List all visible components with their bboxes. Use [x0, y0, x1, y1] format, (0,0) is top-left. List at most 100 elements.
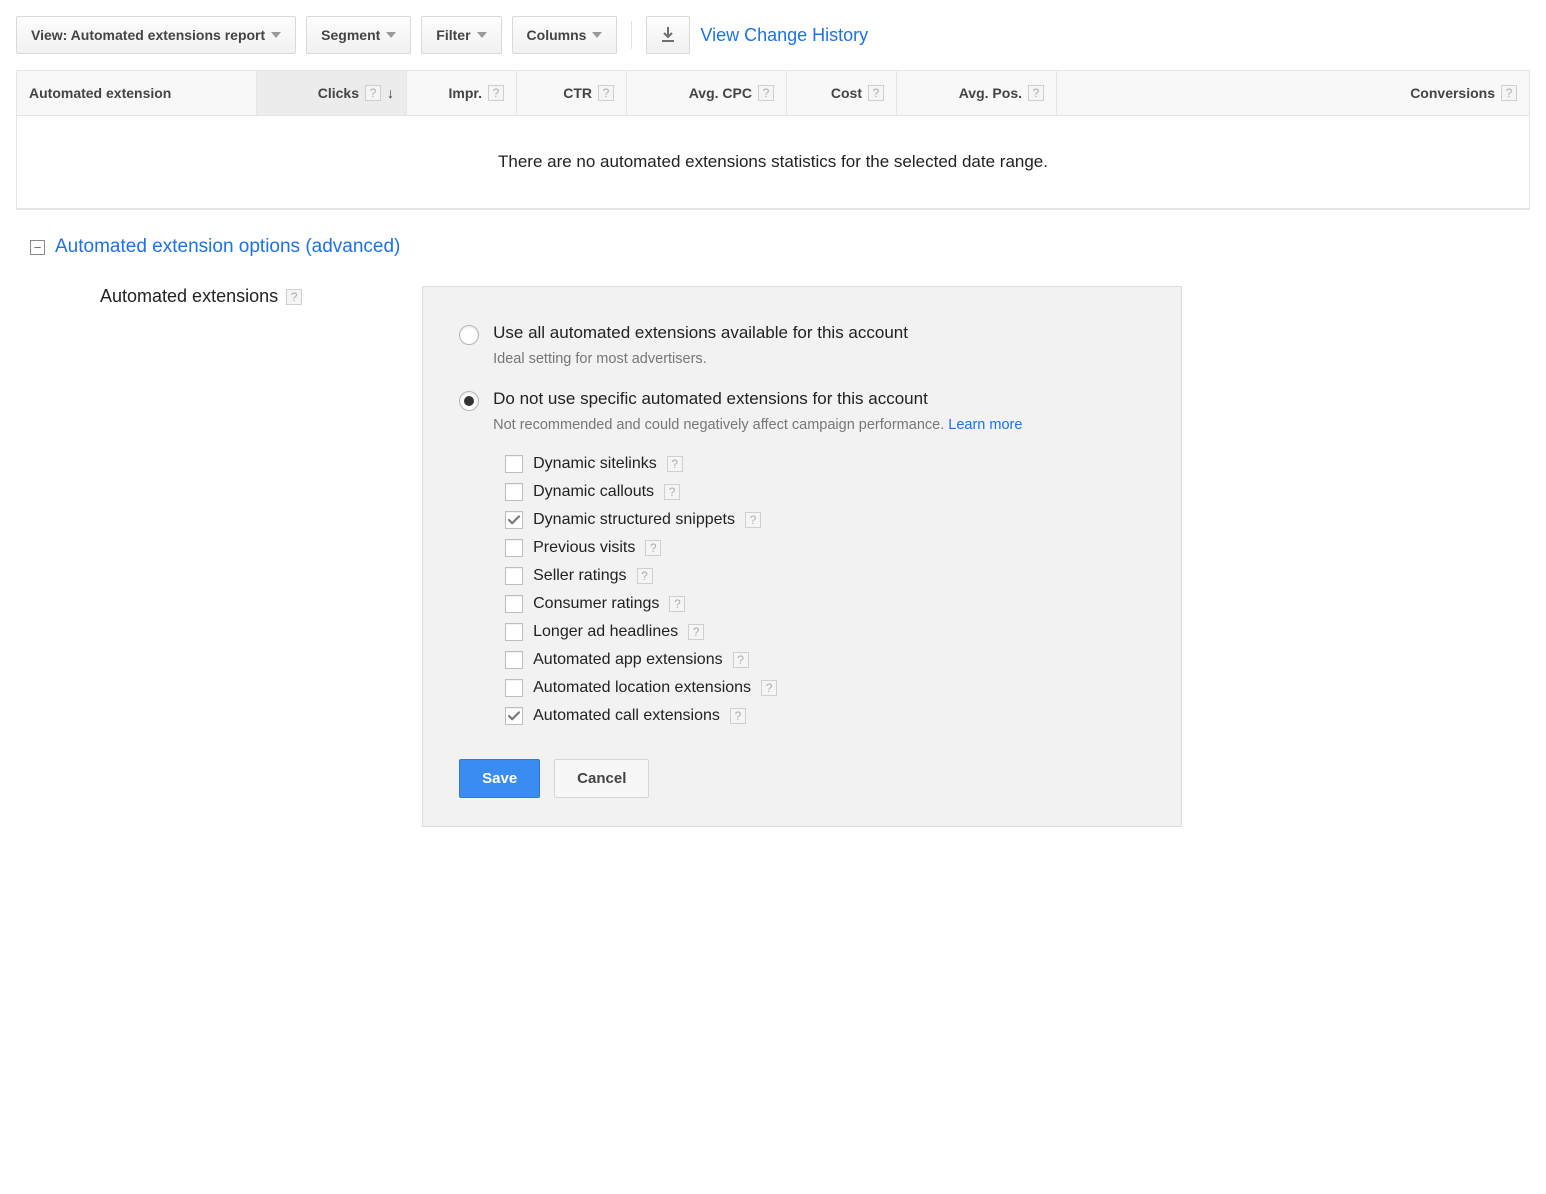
subtext-body: Not recommended and could negatively aff… — [493, 417, 948, 433]
view-change-history-link[interactable]: View Change History — [700, 25, 868, 46]
checkbox-icon[interactable] — [505, 651, 523, 669]
filter-dropdown[interactable]: Filter — [421, 16, 501, 54]
filter-dropdown-label: Filter — [436, 27, 470, 43]
col-header-label: Clicks — [318, 85, 359, 101]
help-icon[interactable]: ? — [637, 568, 653, 584]
cancel-button[interactable]: Cancel — [554, 759, 649, 798]
checkbox-label: Dynamic structured snippets — [533, 511, 735, 529]
help-icon[interactable]: ? — [758, 85, 774, 101]
col-header-impr[interactable]: Impr. ? — [407, 71, 517, 115]
download-icon — [661, 27, 675, 43]
help-icon[interactable]: ? — [730, 708, 746, 724]
help-icon[interactable]: ? — [669, 596, 685, 612]
help-icon[interactable]: ? — [688, 624, 704, 640]
checkbox-row[interactable]: Seller ratings? — [505, 567, 1145, 585]
checkbox-label: Longer ad headlines — [533, 623, 678, 641]
advanced-section: − Automated extension options (advanced)… — [16, 236, 1530, 827]
checkbox-icon[interactable] — [505, 511, 523, 529]
help-icon[interactable]: ? — [1028, 85, 1044, 101]
save-button[interactable]: Save — [459, 759, 540, 798]
checkbox-icon[interactable] — [505, 567, 523, 585]
col-header-ctr[interactable]: CTR ? — [517, 71, 627, 115]
collapse-toggle-icon[interactable]: − — [30, 240, 45, 255]
checkbox-row[interactable]: Automated call extensions? — [505, 707, 1145, 725]
col-header-clicks[interactable]: Clicks ? ↓ — [257, 71, 407, 115]
checkbox-label: Automated location extensions — [533, 679, 751, 697]
help-icon[interactable]: ? — [733, 652, 749, 668]
checkbox-icon[interactable] — [505, 539, 523, 557]
help-icon[interactable]: ? — [1501, 85, 1517, 101]
learn-more-link[interactable]: Learn more — [948, 417, 1022, 433]
checkbox-icon[interactable] — [505, 483, 523, 501]
help-icon[interactable]: ? — [868, 85, 884, 101]
col-header-conversions[interactable]: Conversions ? — [1057, 71, 1529, 115]
help-icon[interactable]: ? — [745, 512, 761, 528]
checkbox-label: Automated call extensions — [533, 707, 720, 725]
checkbox-label: Dynamic callouts — [533, 483, 654, 501]
radio-use-all-subtext: Ideal setting for most advertisers. — [493, 351, 1145, 367]
col-header-label: Avg. Pos. — [959, 85, 1022, 101]
segment-dropdown-label: Segment — [321, 27, 380, 43]
radio-option-use-all[interactable]: Use all automated extensions available f… — [459, 323, 1145, 345]
segment-dropdown[interactable]: Segment — [306, 16, 411, 54]
caret-down-icon — [271, 32, 281, 38]
checkbox-row[interactable]: Dynamic callouts? — [505, 483, 1145, 501]
table-empty-message: There are no automated extensions statis… — [17, 116, 1529, 209]
columns-dropdown-label: Columns — [527, 27, 587, 43]
help-icon[interactable]: ? — [286, 289, 302, 305]
checkbox-icon[interactable] — [505, 707, 523, 725]
help-icon[interactable]: ? — [667, 456, 683, 472]
toolbar-separator — [631, 21, 632, 49]
checkbox-row[interactable]: Previous visits? — [505, 539, 1145, 557]
help-icon[interactable]: ? — [761, 680, 777, 696]
checkbox-row[interactable]: Consumer ratings? — [505, 595, 1145, 613]
extension-checkbox-list: Dynamic sitelinks?Dynamic callouts?Dynam… — [505, 455, 1145, 725]
checkbox-label: Consumer ratings — [533, 595, 659, 613]
help-icon[interactable]: ? — [664, 484, 680, 500]
checkbox-label: Seller ratings — [533, 567, 626, 585]
view-dropdown[interactable]: View: Automated extensions report — [16, 16, 296, 54]
col-header-label: Automated extension — [29, 85, 171, 101]
view-dropdown-label: View: Automated extensions report — [31, 27, 265, 43]
checkbox-icon[interactable] — [505, 623, 523, 641]
col-header-label: Cost — [831, 85, 862, 101]
help-icon[interactable]: ? — [645, 540, 661, 556]
col-header-cost[interactable]: Cost ? — [787, 71, 897, 115]
checkbox-icon[interactable] — [505, 679, 523, 697]
col-header-label: Impr. — [449, 85, 482, 101]
radio-icon[interactable] — [459, 325, 479, 345]
side-label-text: Automated extensions — [100, 286, 278, 307]
checkbox-row[interactable]: Automated app extensions? — [505, 651, 1145, 669]
checkbox-label: Previous visits — [533, 539, 635, 557]
checkbox-row[interactable]: Longer ad headlines? — [505, 623, 1145, 641]
checkbox-label: Automated app extensions — [533, 651, 722, 669]
col-header-label: Conversions — [1410, 85, 1495, 101]
options-panel: Use all automated extensions available f… — [422, 286, 1182, 827]
radio-label: Use all automated extensions available f… — [493, 323, 908, 343]
checkbox-row[interactable]: Dynamic sitelinks? — [505, 455, 1145, 473]
automated-extensions-label: Automated extensions ? — [30, 286, 302, 307]
caret-down-icon — [386, 32, 396, 38]
toolbar: View: Automated extensions report Segmen… — [16, 16, 1530, 54]
col-header-label: CTR — [563, 85, 592, 101]
radio-option-do-not-use[interactable]: Do not use specific automated extensions… — [459, 389, 1145, 411]
table-header-row: Automated extension Clicks ? ↓ Impr. ? C… — [17, 71, 1529, 116]
caret-down-icon — [592, 32, 602, 38]
download-button[interactable] — [646, 16, 690, 54]
sort-descending-icon: ↓ — [387, 85, 394, 101]
col-header-automated-extension[interactable]: Automated extension — [17, 71, 257, 115]
checkbox-row[interactable]: Dynamic structured snippets? — [505, 511, 1145, 529]
col-header-avg-pos[interactable]: Avg. Pos. ? — [897, 71, 1057, 115]
col-header-label: Avg. CPC — [689, 85, 752, 101]
checkbox-row[interactable]: Automated location extensions? — [505, 679, 1145, 697]
checkbox-icon[interactable] — [505, 455, 523, 473]
col-header-avg-cpc[interactable]: Avg. CPC ? — [627, 71, 787, 115]
radio-icon[interactable] — [459, 391, 479, 411]
advanced-section-title[interactable]: Automated extension options (advanced) — [55, 236, 400, 258]
checkbox-icon[interactable] — [505, 595, 523, 613]
advanced-section-body: Automated extensions ? Use all automated… — [30, 286, 1530, 827]
help-icon[interactable]: ? — [365, 85, 381, 101]
columns-dropdown[interactable]: Columns — [512, 16, 618, 54]
help-icon[interactable]: ? — [488, 85, 504, 101]
help-icon[interactable]: ? — [598, 85, 614, 101]
